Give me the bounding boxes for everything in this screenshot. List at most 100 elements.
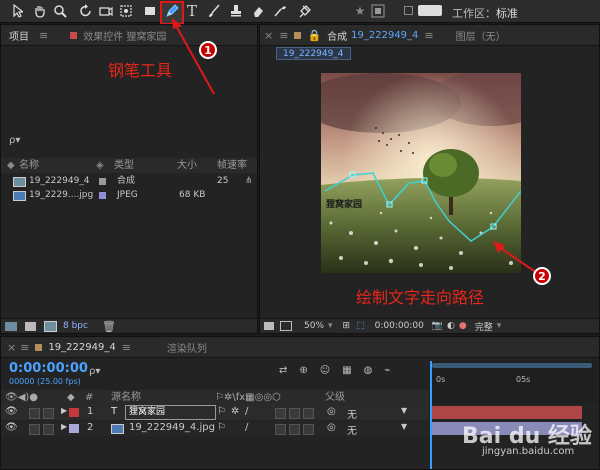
motion-blur-icon[interactable]: ◍: [364, 365, 373, 376]
label-column-icon[interactable]: ◆: [7, 158, 15, 173]
switch-box[interactable]: [289, 408, 300, 419]
shy-icon[interactable]: ☺: [320, 365, 330, 376]
layer-label-color[interactable]: [69, 408, 79, 417]
auto-open-checkbox[interactable]: [404, 6, 413, 15]
chevron-down-icon[interactable]: ▾: [497, 321, 502, 331]
draft-3d-icon[interactable]: ⊕: [299, 365, 307, 376]
switch-box[interactable]: [303, 424, 314, 435]
expand-triangle-icon[interactable]: ▶: [61, 422, 67, 431]
parent-pickwhip-icon[interactable]: ◎: [327, 406, 336, 417]
tab-menu-icon[interactable]: ≡: [424, 29, 433, 42]
tab-menu-icon[interactable]: ≡: [20, 341, 29, 354]
layer-name[interactable]: 19_222949_4.jpg: [129, 422, 215, 433]
tab-project[interactable]: 项目: [9, 28, 29, 43]
chevron-down-icon[interactable]: ▼: [401, 422, 407, 431]
clone-stamp-tool-stamp-icon[interactable]: [228, 3, 244, 19]
shy-switch-icon[interactable]: ⚐: [217, 422, 226, 433]
layer-name[interactable]: 狸窝家园: [125, 405, 216, 420]
parent-select[interactable]: 无: [347, 422, 357, 437]
star-icon[interactable]: ★: [352, 3, 368, 19]
roto-brush-tool-roto-icon[interactable]: [272, 3, 288, 19]
parent-select[interactable]: 无: [347, 406, 357, 421]
col-source-name[interactable]: 源名称: [111, 390, 141, 405]
switch-box[interactable]: [275, 408, 286, 419]
rectangle-tool-rectangle-icon[interactable]: [142, 3, 158, 19]
switch-box[interactable]: [289, 424, 300, 435]
type-tool-type-icon[interactable]: T: [184, 3, 200, 19]
time-ruler[interactable]: 0s 05s: [430, 361, 598, 403]
parent-pickwhip-icon[interactable]: ◎: [327, 422, 336, 433]
col-fps[interactable]: 帧速率: [217, 158, 247, 173]
col-type[interactable]: 类型: [114, 158, 134, 173]
switch-box[interactable]: [275, 424, 286, 435]
zoom-tool-zoom-icon[interactable]: [52, 3, 68, 19]
tab-effect-controls[interactable]: 效果控件 狸窝家园: [83, 28, 166, 43]
label-swatch[interactable]: [99, 192, 106, 199]
workspace-select[interactable]: 标准: [496, 5, 518, 21]
comp-chip[interactable]: 19_222949_4: [276, 47, 351, 60]
col-parent[interactable]: 父级: [325, 390, 345, 405]
chevron-down-icon[interactable]: ▾: [328, 321, 333, 331]
lock-icon[interactable]: 🔒: [307, 29, 321, 42]
graph-editor-icon[interactable]: ⌁: [384, 365, 390, 376]
hand-tool-hand-icon[interactable]: [32, 3, 48, 19]
resolution-select[interactable]: 完整: [475, 320, 493, 333]
region-icon[interactable]: ⬚: [356, 321, 365, 331]
pan-behind-tool-pan-behind-icon[interactable]: [118, 3, 134, 19]
expand-triangle-icon[interactable]: ▶: [61, 406, 67, 415]
frame-blending-icon[interactable]: ▦: [342, 365, 351, 376]
close-icon[interactable]: ×: [7, 341, 16, 354]
snap-icon[interactable]: [370, 3, 386, 19]
rotate-tool-rotate-icon[interactable]: [78, 3, 94, 19]
show-snapshot-icon[interactable]: ◐: [447, 321, 455, 331]
selection-tool-arrow-icon[interactable]: [10, 3, 26, 19]
tab-menu-icon[interactable]: ≡: [122, 341, 131, 354]
chevron-down-icon[interactable]: ▼: [401, 406, 407, 415]
col-size[interactable]: 大小: [177, 158, 197, 173]
col-name[interactable]: 名称: [19, 158, 39, 173]
timeline-search-input[interactable]: ρ▾: [89, 366, 100, 377]
tab-menu-icon[interactable]: ≡: [39, 29, 48, 42]
flowchart-icon[interactable]: ⋔: [245, 174, 253, 188]
audio-toggle[interactable]: [29, 424, 40, 435]
solo-toggle[interactable]: [43, 424, 54, 435]
viewer-timecode[interactable]: 0:00:00:00: [375, 321, 424, 331]
channel-icon[interactable]: ●: [459, 321, 467, 331]
project-search-input[interactable]: ρ▾: [9, 135, 20, 146]
collapse-switch-icon[interactable]: ✲: [231, 406, 239, 417]
visibility-eye-icon[interactable]: 👁: [5, 406, 18, 417]
bpc-button[interactable]: 8 bpc: [63, 321, 88, 331]
label-swatch[interactable]: [99, 178, 106, 185]
shy-switch-icon[interactable]: ⚐: [217, 406, 226, 417]
interpret-footage-icon[interactable]: [5, 321, 17, 331]
current-time-display[interactable]: 0:00:00:00: [9, 361, 88, 376]
tab-menu-icon[interactable]: ≡: [279, 29, 288, 42]
audio-toggle[interactable]: [29, 408, 40, 419]
eraser-tool-eraser-icon[interactable]: [250, 3, 266, 19]
brush-tool-brush-icon[interactable]: [206, 3, 222, 19]
trash-icon[interactable]: 🗑: [102, 320, 116, 333]
comp-mini-flowchart-icon[interactable]: ⇄: [279, 365, 287, 376]
tab-composition[interactable]: 合成: [327, 28, 347, 43]
puppet-tool-puppet-icon[interactable]: [298, 3, 314, 19]
tab-layer[interactable]: 图层（无）: [456, 28, 506, 43]
solo-toggle[interactable]: [43, 408, 54, 419]
timeline-layer-row[interactable]: 👁 ▶ 2 19_222949_4.jpg ⚐ / ◎ 无 ▼: [1, 421, 429, 437]
quality-switch-icon[interactable]: /: [245, 422, 248, 433]
always-preview-icon[interactable]: [264, 322, 274, 330]
close-icon[interactable]: ×: [264, 29, 273, 42]
switch-box[interactable]: [303, 408, 314, 419]
new-folder-icon[interactable]: [25, 321, 36, 331]
zoom-select[interactable]: 50%: [304, 321, 324, 331]
timeline-layer-row[interactable]: 👁 ▶ 1 T 狸窝家园 ⚐ ✲ / ◎ 无 ▼: [1, 405, 429, 421]
project-item[interactable]: 19_222949_4 合成 25 ⋔: [1, 174, 257, 188]
tab-timeline-comp[interactable]: 19_222949_4: [48, 342, 115, 353]
project-item[interactable]: 19_2229....jpg JPEG 68 KB: [1, 188, 257, 202]
snapshot-icon[interactable]: 📷: [432, 321, 443, 331]
camera-tool-camera-icon[interactable]: [98, 3, 114, 19]
grid-icon[interactable]: ⊞: [343, 321, 351, 331]
quality-switch-icon[interactable]: /: [245, 406, 248, 417]
tab-render-queue[interactable]: 渲染队列: [167, 340, 207, 355]
visibility-eye-icon[interactable]: 👁: [5, 422, 18, 433]
work-area-bar[interactable]: [432, 363, 592, 368]
